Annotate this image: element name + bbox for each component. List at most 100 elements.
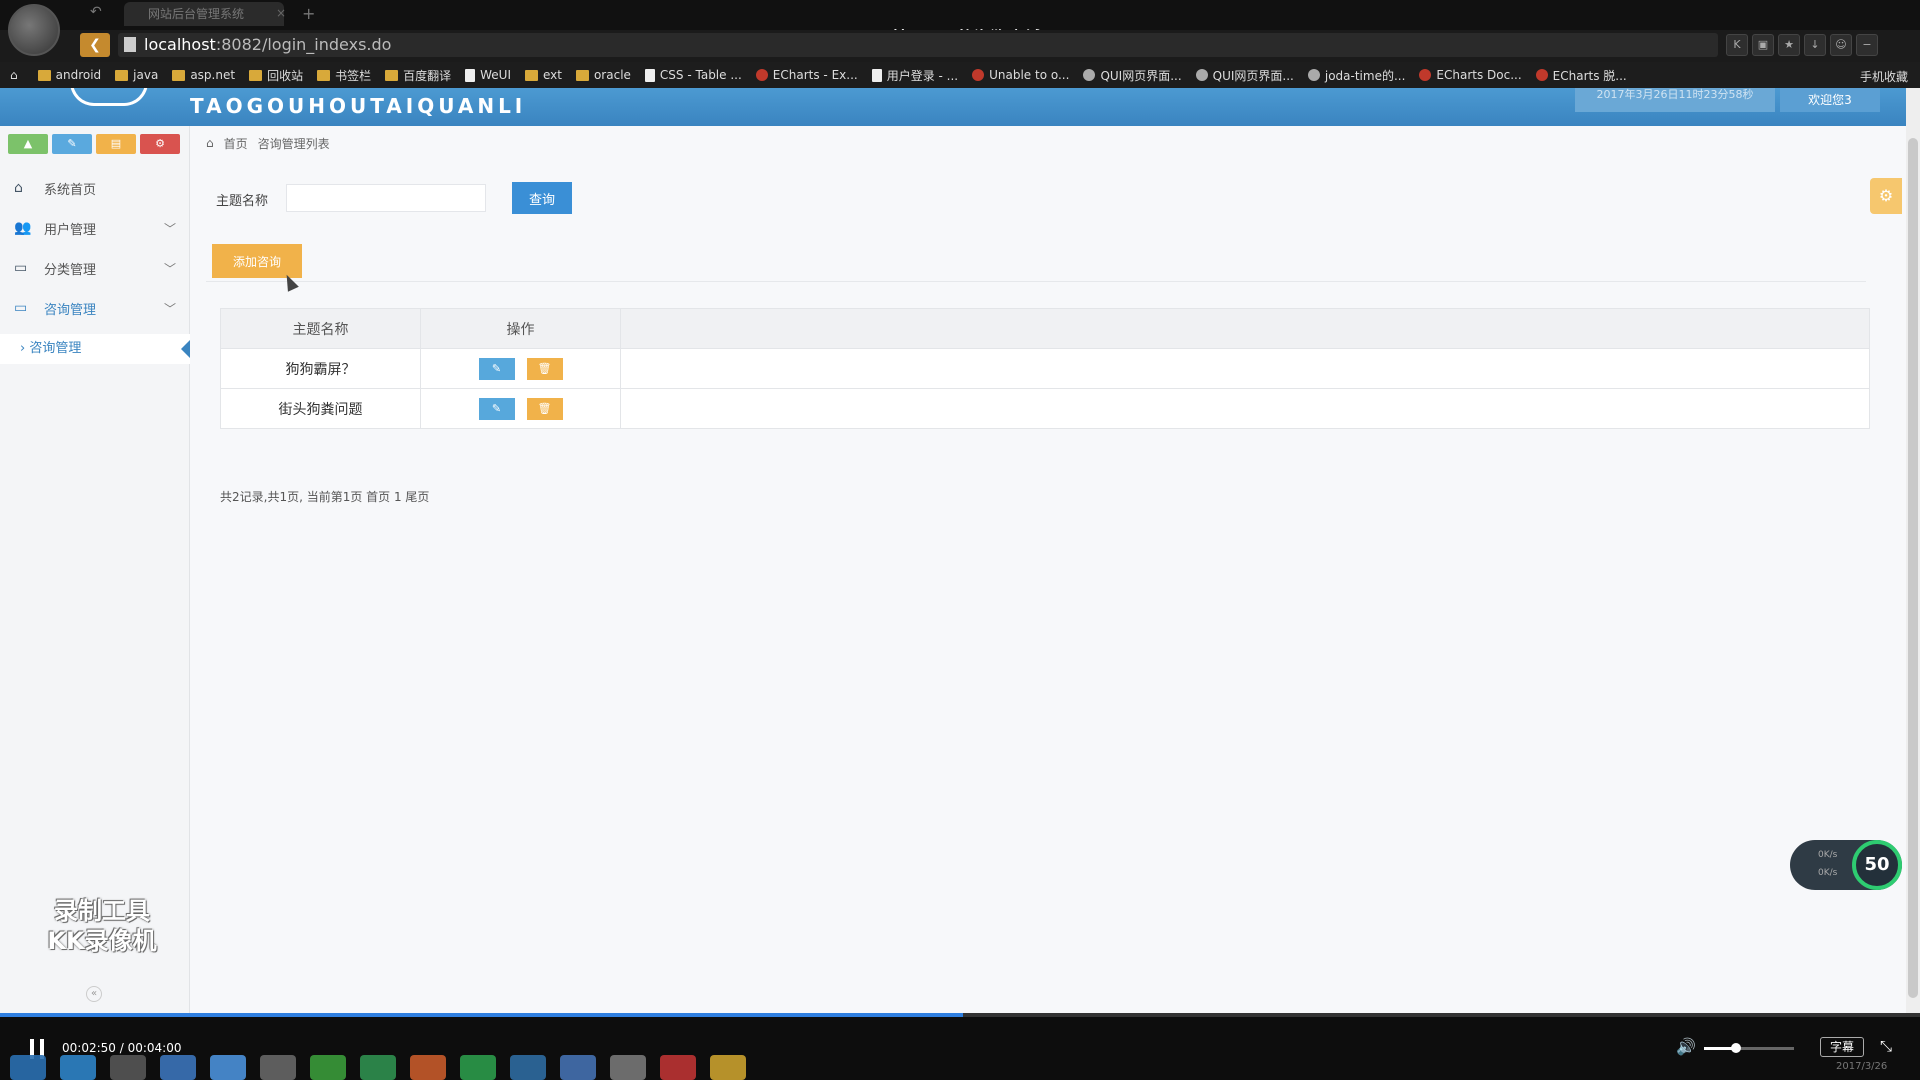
- bookmark-item[interactable]: WeUI: [465, 68, 511, 82]
- bookmark-label: 用户登录 - ...: [886, 68, 959, 83]
- bookmark-icon: [1535, 69, 1548, 81]
- app-icon[interactable]: [410, 1055, 446, 1080]
- settings-icon[interactable]: ⚙: [140, 134, 180, 154]
- bookmark-label: oracle: [593, 68, 631, 82]
- bookmark-label: ECharts - Ex...: [772, 68, 858, 82]
- bookmark-label: ext: [542, 68, 562, 82]
- browser-tab[interactable]: 网站后台管理系统: [124, 2, 284, 26]
- download-icon[interactable]: ↓: [1804, 34, 1826, 56]
- topic-search-input[interactable]: [286, 184, 486, 212]
- bookmark-item[interactable]: 书签栏: [317, 67, 371, 84]
- app-icon[interactable]: [710, 1055, 746, 1080]
- player-logo-icon: [8, 4, 60, 56]
- url-input[interactable]: localhost:8082/login_indexs.do ⌕: [118, 33, 1816, 58]
- collapse-sidebar-icon[interactable]: «: [86, 986, 102, 1002]
- delete-button[interactable]: 🗑: [526, 357, 563, 380]
- home-icon[interactable]: ⌂: [10, 68, 18, 82]
- url-path: :8082/login_indexs.do: [215, 35, 392, 54]
- scroll-thumb[interactable]: [1908, 138, 1918, 998]
- folder-icon: [172, 69, 186, 81]
- search-area: 主题名称 查询: [206, 178, 1706, 222]
- bookmark-item[interactable]: java: [115, 68, 158, 82]
- bookmark-item[interactable]: android: [37, 68, 101, 82]
- fullscreen-exit-icon[interactable]: ⤡: [1880, 1037, 1892, 1055]
- table-row: 街头狗粪问题 ✎ 🗑: [220, 388, 1870, 429]
- bookmark-label: 书签栏: [335, 68, 372, 83]
- edit-icon[interactable]: ✎: [52, 134, 92, 154]
- minimize-icon[interactable]: −: [1856, 34, 1878, 56]
- bookmark-item[interactable]: 用户登录 - ...: [871, 67, 959, 84]
- app-icon[interactable]: [260, 1055, 296, 1080]
- bookmark-item[interactable]: QUI网页界面...: [1083, 67, 1182, 84]
- app-window: TAOGOUHOUTAIQUANLI 2017年3月26日11时23分58秒 欢…: [0, 88, 1920, 1013]
- volume-knob[interactable]: [1731, 1043, 1742, 1053]
- settings-gear-icon[interactable]: ⚙: [1870, 178, 1902, 214]
- sidebar-item-categories[interactable]: ▭ 分类管理 ﹀: [0, 252, 190, 284]
- back-button[interactable]: ❮: [80, 33, 110, 57]
- browser-icon[interactable]: [60, 1055, 96, 1080]
- tab-close-icon[interactable]: ×: [276, 6, 286, 20]
- bookmark-item[interactable]: oracle: [575, 68, 631, 82]
- home-icon: ⌂: [14, 180, 23, 196]
- edit-button[interactable]: ✎: [478, 397, 515, 420]
- bookmark-label: 回收站: [267, 68, 304, 83]
- network-speed-widget[interactable]: 0K/s 0K/s 50: [1790, 840, 1902, 890]
- bookmark-item[interactable]: QUI网页界面...: [1195, 67, 1294, 84]
- doc-icon[interactable]: ▤: [96, 134, 136, 154]
- bookmark-item[interactable]: joda-time的...: [1307, 67, 1405, 84]
- bookmark-item[interactable]: Unable to o...: [972, 68, 1069, 82]
- app-icon[interactable]: [210, 1055, 246, 1080]
- app-icon[interactable]: [560, 1055, 596, 1080]
- bookmark-item[interactable]: ext: [524, 68, 562, 82]
- query-button[interactable]: 查询: [512, 182, 572, 214]
- app-header: TAOGOUHOUTAIQUANLI 2017年3月26日11时23分58秒 欢…: [0, 88, 1920, 126]
- monitor-icon: ▭: [14, 300, 28, 316]
- upload-speed: 0K/s: [1818, 850, 1838, 860]
- subtitle-button[interactable]: 字幕: [1820, 1037, 1864, 1057]
- delete-button[interactable]: 🗑: [526, 397, 563, 420]
- app-icon[interactable]: [110, 1055, 146, 1080]
- column-header-empty: [620, 308, 1870, 349]
- app-icon[interactable]: [610, 1055, 646, 1080]
- volume-icon[interactable]: 🔊: [1676, 1037, 1696, 1056]
- start-icon[interactable]: [10, 1055, 46, 1080]
- extension-icon[interactable]: K: [1726, 34, 1748, 56]
- column-header-title: 主题名称: [220, 308, 421, 349]
- user-icon[interactable]: ☺: [1830, 34, 1852, 56]
- chart-icon[interactable]: ▲: [8, 134, 48, 154]
- star-icon[interactable]: ★: [1778, 34, 1800, 56]
- sidebar-item-consult[interactable]: ▭ 咨询管理 ﹀: [0, 292, 190, 324]
- app-icon[interactable]: [460, 1055, 496, 1080]
- home-icon[interactable]: ⌂: [206, 136, 214, 150]
- bookmark-label: asp.net: [190, 68, 236, 82]
- active-marker: [181, 340, 190, 358]
- sidebar-item-label: 用户管理: [44, 222, 97, 238]
- new-tab-icon[interactable]: +: [302, 4, 315, 23]
- app-icon[interactable]: [160, 1055, 196, 1080]
- sidebar-item-users[interactable]: 👥 用户管理 ﹀: [0, 212, 190, 244]
- mobile-bookmarks[interactable]: 手机收藏: [1860, 68, 1908, 85]
- bookmark-item[interactable]: CSS - Table ...: [644, 68, 742, 82]
- lock-icon[interactable]: ▣: [1752, 34, 1774, 56]
- sidebar-subitem-consult[interactable]: › 咨询管理: [0, 334, 190, 364]
- app-icon[interactable]: [360, 1055, 396, 1080]
- volume-slider[interactable]: [1704, 1043, 1794, 1053]
- breadcrumb-home[interactable]: 首页: [224, 135, 248, 152]
- bookmark-label: WeUI: [480, 68, 511, 82]
- player-back-icon[interactable]: ↶: [90, 4, 102, 20]
- app-icon[interactable]: [510, 1055, 546, 1080]
- pagination[interactable]: 共2记录,共1页, 当前第1页 首页 1 尾页: [220, 488, 429, 505]
- bookmark-label: java: [133, 68, 159, 82]
- edit-button[interactable]: ✎: [478, 357, 515, 380]
- bookmark-item[interactable]: ECharts - Ex...: [755, 68, 858, 82]
- bookmark-item[interactable]: asp.net: [172, 68, 235, 82]
- bookmark-item[interactable]: ECharts Doc...: [1419, 68, 1522, 82]
- bookmark-item[interactable]: ECharts 脱...: [1535, 67, 1627, 84]
- app-icon[interactable]: [310, 1055, 346, 1080]
- app-icon[interactable]: [660, 1055, 696, 1080]
- sidebar-item-home[interactable]: ⌂ 系统首页: [0, 172, 190, 204]
- page-scrollbar[interactable]: [1906, 88, 1920, 1013]
- header-user[interactable]: 欢迎您3: [1780, 88, 1880, 112]
- bookmark-item[interactable]: 百度翻译: [385, 67, 451, 84]
- bookmark-item[interactable]: 回收站: [249, 67, 303, 84]
